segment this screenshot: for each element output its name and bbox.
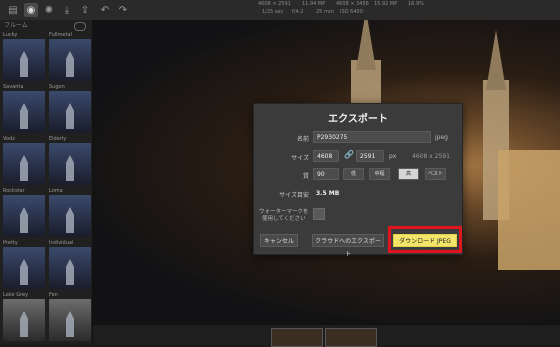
filter-label: Rockstar [3,188,25,194]
filter-preview [3,39,45,81]
filter-thumb[interactable]: Rockstar [3,188,45,238]
share-icon[interactable]: ⇪ [78,3,92,17]
undo-icon[interactable]: ↶ [98,3,112,17]
redo-icon[interactable]: ↷ [116,3,130,17]
height-input[interactable]: 2591 [356,150,384,162]
quality-input[interactable]: 90 [313,168,339,180]
estimate-value: 3.5 MB [316,190,340,197]
meta-sensor-megapixels: 15.92 MP [374,1,398,7]
quality-high-button[interactable]: 高 [398,168,419,180]
filter-thumb[interactable]: Sugon [49,84,91,134]
filmstrip [93,324,560,347]
highlight-box [388,226,462,253]
filter-label: Fen [49,292,58,298]
filename-input[interactable]: P2930275 [313,131,431,143]
filter-preview [49,247,91,289]
filter-thumb[interactable]: Pretty [3,240,45,290]
filter-label: Vodz [3,136,15,142]
filter-preview [49,143,91,185]
meta-aperture: f/4.2 [292,9,304,15]
name-label: 名前 [296,136,309,143]
filter-preview [3,247,45,289]
filter-preview [3,91,45,133]
meta-zoom: 16.9% [408,1,424,7]
meta-sensor-dimensions: 4608 × 3456 [336,1,369,7]
effects-icon[interactable]: ✺ [42,3,56,17]
filter-preview [49,195,91,237]
filter-label: Loma [49,188,63,194]
quality-best-button[interactable]: ベスト [425,168,446,180]
estimate-label: サイズ目安 [279,192,309,199]
filter-label: Fullmetal [49,32,72,38]
download-icon[interactable]: ⤓ [60,3,74,17]
filter-sidebar: フルーム Lucky Fullmetal Savanta Sugon Vodz … [0,20,93,344]
watermark-checkbox[interactable] [313,208,325,220]
quality-low-button[interactable]: 低 [343,168,364,180]
meta-dimensions: 4608 × 2591 [258,1,291,7]
cloud-icon[interactable] [74,22,86,31]
filter-label: Sugon [49,84,65,90]
sidebar-title: フルーム [4,22,28,29]
church-facade [498,150,560,270]
filter-label: Pretty [3,240,18,246]
filter-preview [49,91,91,133]
filter-thumb[interactable]: Elderly [49,136,91,186]
meta-shutter: 1/25 sec [262,9,284,15]
watermark-label-2: 使用してください [262,216,306,222]
filter-thumb[interactable]: Loma [49,188,91,238]
filter-thumb[interactable]: Lucky [3,32,45,82]
filter-thumb[interactable]: Fullmetal [49,32,91,82]
unit-label: px [389,153,397,160]
filter-preview [49,39,91,81]
filter-preview [3,143,45,185]
filter-label: Individual [49,240,74,246]
filter-label: Lake Grey [3,292,29,298]
file-extension: jpeg [435,134,448,141]
cloud-export-button[interactable]: クラウドへのエクスポート [312,234,384,258]
meta-focal: 25 mm [316,9,334,15]
original-size: 4608 x 2591 [412,153,450,160]
link-icon[interactable]: 🔗 [344,150,354,159]
filter-preview [3,299,45,341]
filter-label: Elderly [49,136,67,142]
meta-megapixels: 11.94 MP [302,1,326,7]
quality-medium-button[interactable]: 中程 [369,168,390,180]
filter-thumb[interactable]: Individual [49,240,91,290]
sidebar-header: フルーム [0,20,92,32]
filter-grid: Lucky Fullmetal Savanta Sugon Vodz Elder… [0,32,92,342]
filmstrip-thumb[interactable] [325,328,377,347]
church-spire-right [486,30,506,90]
cancel-button[interactable]: キャンセル [260,234,298,247]
filter-preview [3,195,45,237]
quality-label: 質 [302,173,309,180]
layers-icon[interactable]: ▤ [6,3,20,17]
meta-iso: ISO 6400 [340,9,363,15]
top-toolbar: ▤ ◉ ✺ ⤓ ⇪ ↶ ↷ 4608 × 2591 11.94 MP 4608 … [0,0,560,21]
filter-thumb[interactable]: Vodz [3,136,45,186]
width-input[interactable]: 4608 [313,150,339,162]
filter-preview [49,299,91,341]
church-spire-left [356,20,376,70]
filter-label: Savanta [3,84,24,90]
filter-thumb[interactable]: Savanta [3,84,45,134]
filter-thumb[interactable]: Fen [49,292,91,342]
filmstrip-thumb[interactable] [271,328,323,347]
filter-thumb[interactable]: Lake Grey [3,292,45,342]
photo-icon[interactable]: ◉ [24,3,38,17]
dialog-title: エクスポート [328,114,388,125]
size-label: サイズ [291,155,309,162]
filter-label: Lucky [3,32,18,38]
